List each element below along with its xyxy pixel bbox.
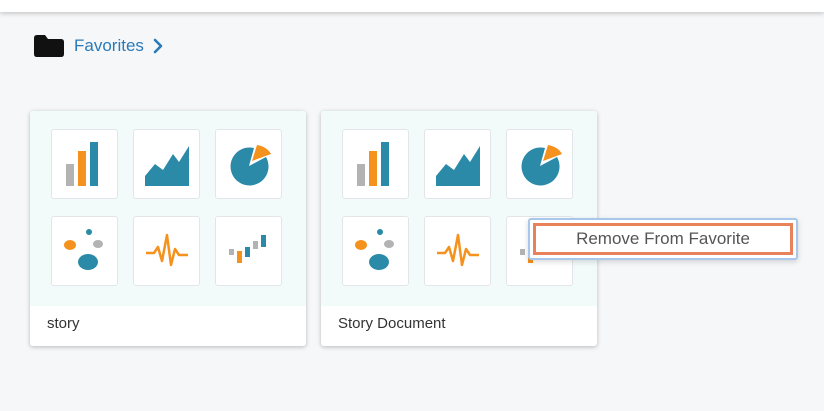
area-chart-icon [144,146,189,186]
bar-chart-icon [65,142,98,186]
area-chart-tile [424,129,491,199]
pie-chart-tile [215,129,282,199]
chevron-right-icon[interactable] [153,38,163,54]
pie-chart-icon [521,145,562,186]
breadcrumb: Favorites [34,34,163,58]
bar-chart-tile [342,129,409,199]
bubble-chart-tile [51,216,118,286]
card-thumbnail [30,111,306,306]
breadcrumb-favorites-link[interactable]: Favorites [74,36,144,56]
pulse-line-icon [145,233,188,267]
remove-from-favorite-menu-item[interactable]: Remove From Favorite [533,223,793,255]
card-title: Story Document [338,315,446,332]
bubble-chart-icon [63,229,103,270]
context-menu: Remove From Favorite [528,218,798,260]
bubble-chart-tile [342,216,409,286]
card-title: story [47,315,80,332]
area-chart-tile [133,129,200,199]
top-bar [0,0,824,12]
story-card[interactable]: story [30,111,306,346]
bar-chart-tile [51,129,118,199]
pie-chart-tile [506,129,573,199]
pulse-line-tile [424,216,491,286]
bubble-chart-icon [354,229,394,270]
waterfall-chart-tile [215,216,282,286]
pulse-line-tile [133,216,200,286]
pie-chart-icon [230,145,271,186]
waterfall-chart-icon [228,235,266,263]
bar-chart-icon [356,142,389,186]
folder-icon [34,35,64,57]
pulse-line-icon [436,233,479,267]
area-chart-icon [435,146,480,186]
card-thumbnail [321,111,597,306]
